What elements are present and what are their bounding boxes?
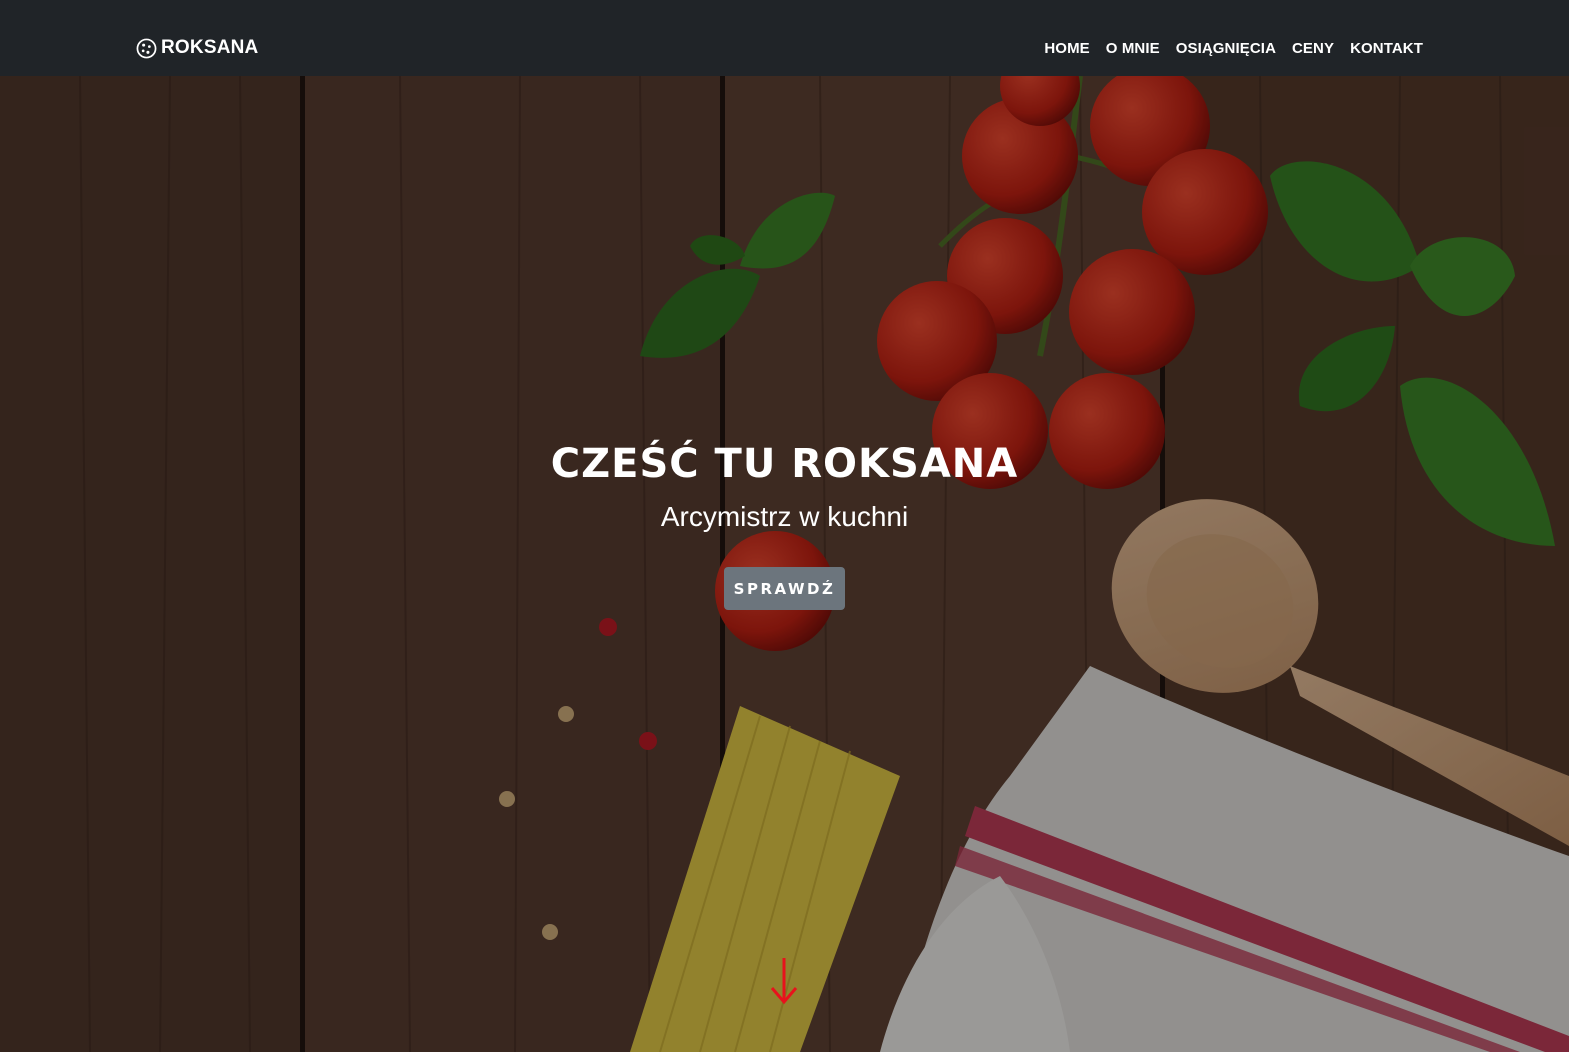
hero-overlay [0,76,1569,1052]
arrow-down-icon[interactable] [769,956,799,1006]
cookie-icon [136,38,157,59]
nav-kontakt[interactable]: KONTAKT [1350,40,1423,57]
brand-name: ROKSANA [161,37,259,58]
nav-osiagniecia[interactable]: OSIĄGNIĘCIA [1176,40,1276,57]
nav-ceny[interactable]: CENY [1292,40,1334,57]
hero-subtitle: Arcymistrz w kuchni [660,501,909,532]
hero-title: CZEŚĆ TU ROKSANA [550,441,1019,487]
main-nav: HOME O MNIE OSIĄGNIĘCIA CENY KONTAKT [1044,36,1423,60]
check-button[interactable]: SPRAWDŹ [724,567,845,610]
nav-o-mnie[interactable]: O MNIE [1106,40,1160,57]
hero-section: CZEŚĆ TU ROKSANA Arcymistrz w kuchni SPR… [0,76,1569,1052]
brand-link[interactable]: ROKSANA [136,36,258,60]
navbar: ROKSANA HOME O MNIE OSIĄGNIĘCIA CENY KON… [0,0,1569,76]
nav-home[interactable]: HOME [1044,40,1089,57]
